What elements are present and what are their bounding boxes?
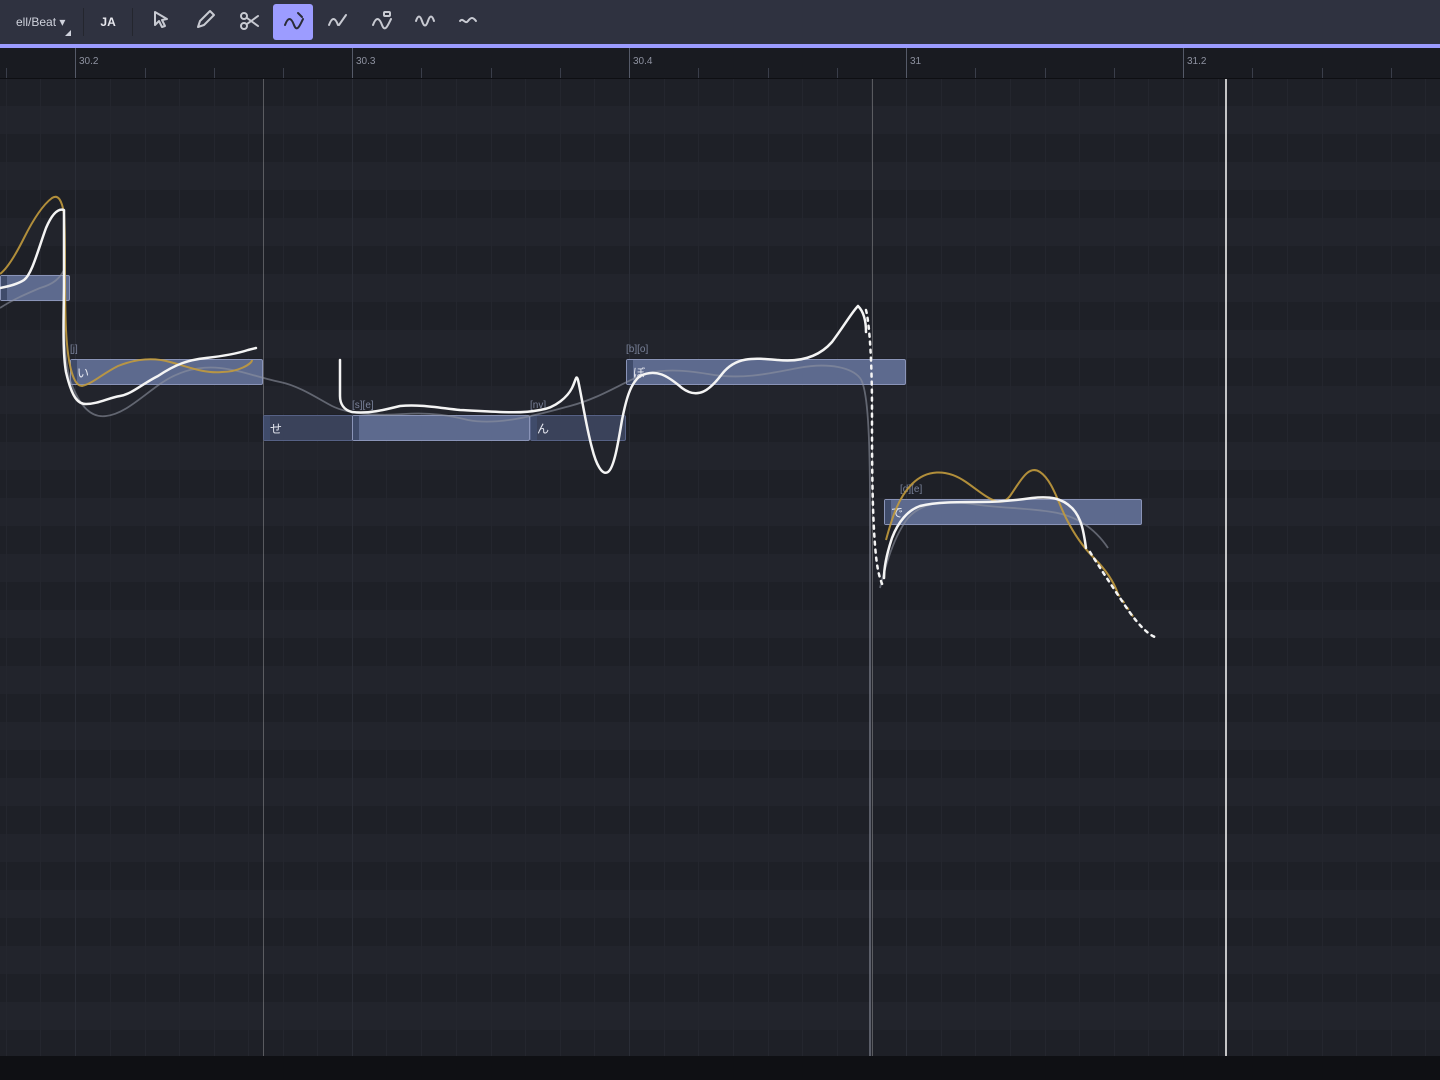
wave-icon [458, 9, 480, 36]
tool-pencil[interactable] [185, 4, 225, 40]
note[interactable]: い [70, 359, 263, 385]
pitch-row [0, 778, 1440, 806]
pitch-row [0, 414, 1440, 442]
pitch-line-icon [326, 9, 348, 36]
pitch-row [0, 834, 1440, 862]
note-lyric: い [77, 364, 89, 381]
toolbar: ell/Beat ▾ JA [0, 0, 1440, 44]
pitch-row [0, 1030, 1440, 1056]
pitch-row [0, 442, 1440, 470]
snap-selector[interactable]: ell/Beat ▾ [6, 4, 75, 40]
pitch-row [0, 274, 1440, 302]
note[interactable]: で [884, 499, 1142, 525]
note[interactable]: せ [263, 415, 353, 441]
note-resize-handle[interactable] [885, 500, 891, 524]
tool-scissors[interactable] [229, 4, 269, 40]
pitch-row [0, 722, 1440, 750]
note-resize-handle[interactable] [353, 416, 359, 440]
language-indicator[interactable]: JA [92, 15, 123, 29]
tool-wave[interactable] [449, 4, 489, 40]
phoneme-label: [d][e] [900, 484, 922, 498]
pitch-row [0, 638, 1440, 666]
pitch-row [0, 498, 1440, 526]
pitch-row [0, 806, 1440, 834]
note-lyric: で [891, 504, 903, 521]
ruler-label: 30.4 [633, 56, 652, 67]
note[interactable]: ん [530, 415, 626, 441]
phoneme-label: [j] [70, 344, 78, 358]
note[interactable] [0, 275, 70, 301]
tool-pitch-erase[interactable] [361, 4, 401, 40]
pitch-row [0, 190, 1440, 218]
scissors-icon [238, 9, 260, 36]
note-resize-handle[interactable] [1, 276, 7, 300]
piano-roll[interactable]: い [j] せ [s][e] [nv] ん ぼ [b][o] で [d][e] [0, 78, 1440, 1056]
pitch-row [0, 554, 1440, 582]
note-rows [0, 78, 1440, 1056]
phoneme-label: [b][o] [626, 344, 648, 358]
pitch-row [0, 750, 1440, 778]
note-lyric: せ [270, 420, 282, 437]
footer-bar [0, 1056, 1440, 1080]
pitch-row [0, 218, 1440, 246]
pitch-row [0, 526, 1440, 554]
phoneme-label: [s][e] [352, 400, 374, 414]
snap-label: ell/Beat ▾ [16, 15, 65, 29]
pitch-row [0, 610, 1440, 638]
tool-vibrato[interactable] [405, 4, 445, 40]
ruler-label: 31 [910, 56, 921, 67]
note-lyric: ぼ [633, 364, 645, 381]
pitch-row [0, 246, 1440, 274]
pitch-row [0, 1002, 1440, 1030]
pitch-row [0, 386, 1440, 414]
pitch-row [0, 946, 1440, 974]
note-lyric: ん [537, 420, 549, 437]
pitch-row [0, 694, 1440, 722]
region-boundary[interactable] [263, 78, 264, 1056]
pitch-row [0, 302, 1440, 330]
pitch-row [0, 918, 1440, 946]
pitch-row [0, 162, 1440, 190]
phoneme-label: [nv] [530, 400, 546, 414]
tool-pitch-draw[interactable] [273, 4, 313, 40]
pitch-row [0, 106, 1440, 134]
ruler-label: 31.2 [1187, 56, 1206, 67]
pitch-row [0, 890, 1440, 918]
pitch-row [0, 666, 1440, 694]
pointer-icon [150, 9, 172, 36]
timeline-ruler[interactable]: 30.2 30.3 30.4 31 31.2 [0, 48, 1440, 79]
pitch-row [0, 582, 1440, 610]
toolbar-divider [83, 8, 84, 36]
pitch-row [0, 974, 1440, 1002]
tool-pointer[interactable] [141, 4, 181, 40]
pitch-row [0, 862, 1440, 890]
note-resize-handle[interactable] [264, 416, 270, 440]
tool-pitch-line[interactable] [317, 4, 357, 40]
toolbar-divider [132, 8, 133, 36]
pitch-row [0, 330, 1440, 358]
pitch-erase-icon [370, 9, 392, 36]
region-boundary[interactable] [872, 78, 873, 1056]
pencil-icon [194, 9, 216, 36]
pitch-draw-icon [282, 9, 304, 36]
pitch-row [0, 134, 1440, 162]
pitch-row [0, 470, 1440, 498]
playhead[interactable] [1225, 78, 1227, 1056]
note-resize-handle[interactable] [627, 360, 633, 384]
vibrato-icon [414, 9, 436, 36]
note[interactable]: ぼ [626, 359, 906, 385]
ruler-label: 30.3 [356, 56, 375, 67]
pitch-row [0, 78, 1440, 106]
note-resize-handle[interactable] [531, 416, 537, 440]
note-resize-handle[interactable] [71, 360, 77, 384]
ruler-label: 30.2 [79, 56, 98, 67]
note[interactable] [352, 415, 530, 441]
